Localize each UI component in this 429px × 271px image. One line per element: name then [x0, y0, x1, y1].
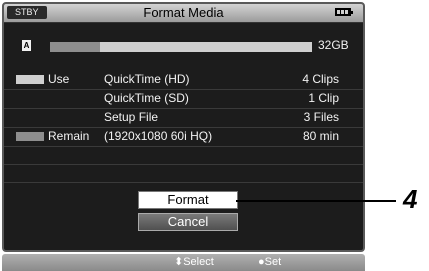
- capacity-label: 32GB: [318, 38, 349, 52]
- set-hint: ●Set: [258, 256, 282, 268]
- media-row-setup-file: Setup File 3 Files: [4, 109, 363, 126]
- row-value: 3 Files: [303, 110, 339, 124]
- row-value: 1 Clip: [308, 91, 339, 105]
- media-row-quicktime-hd: Use QuickTime (HD) 4 Clips: [4, 71, 363, 88]
- format-button[interactable]: Format: [138, 191, 238, 209]
- title-bar: STBY Format Media: [4, 4, 363, 23]
- sd-card-icon: A: [22, 40, 31, 51]
- use-swatch: [16, 75, 44, 84]
- row-label: Use: [48, 72, 70, 86]
- select-hint: ⬍Select: [174, 256, 214, 268]
- media-row-quicktime-sd: QuickTime (SD) 1 Clip: [4, 90, 363, 107]
- divider: [4, 182, 363, 183]
- row-value: 4 Clips: [302, 72, 339, 86]
- battery-icon: [335, 8, 353, 16]
- divider: [4, 164, 363, 165]
- divider: [4, 146, 363, 147]
- row-value: 80 min: [302, 129, 339, 143]
- page-title: Format Media: [143, 5, 224, 20]
- callout-leader-line: [236, 200, 396, 202]
- row-name: QuickTime (HD): [104, 72, 190, 86]
- row-name: QuickTime (SD): [104, 91, 189, 105]
- capacity-used-fill: [50, 42, 100, 52]
- remain-swatch: [16, 132, 44, 141]
- row-name: (1920x1080 60i HQ): [104, 129, 213, 143]
- format-media-screen: STBY Format Media A 32GB Use QuickTime (…: [2, 2, 365, 252]
- callout-number: 4: [403, 184, 418, 214]
- row-label: Remain: [48, 129, 90, 143]
- cancel-button[interactable]: Cancel: [138, 213, 238, 231]
- media-row-remain: Remain (1920x1080 60i HQ) 80 min: [4, 128, 363, 145]
- capacity-bar: [50, 42, 312, 52]
- operation-guide-bar: ⬍Select ●Set: [2, 254, 365, 271]
- row-name: Setup File: [104, 110, 159, 124]
